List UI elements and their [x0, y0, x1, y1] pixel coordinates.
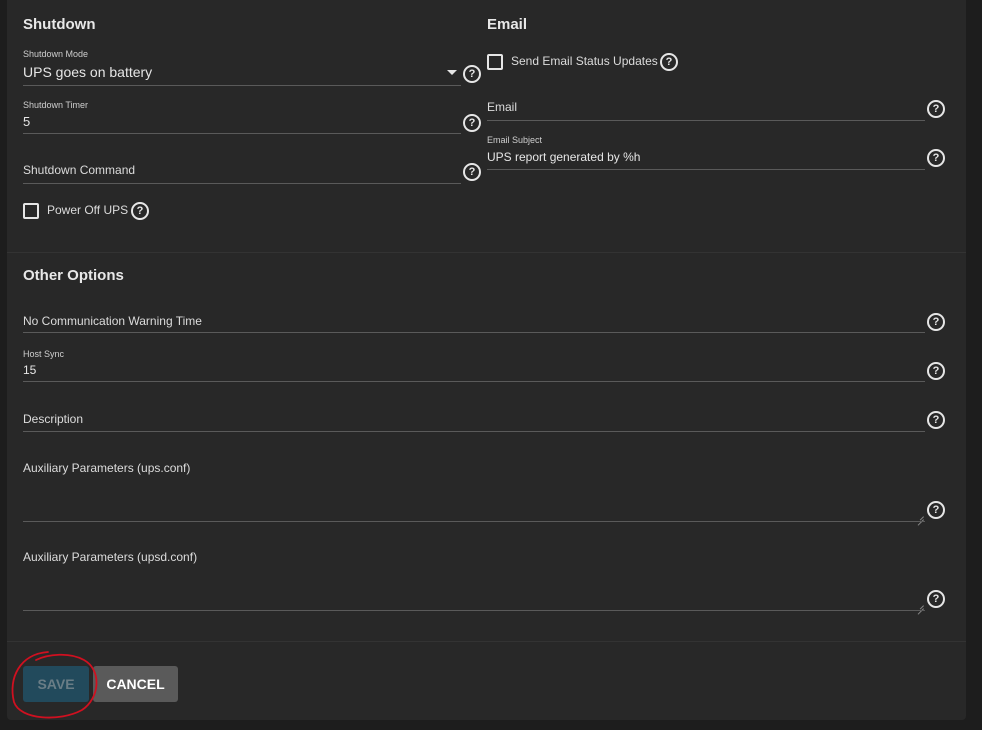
aux-params-ups-textarea[interactable]: Auxiliary Parameters (ups.conf) [23, 461, 925, 521]
shutdown-mode-underline [23, 85, 461, 86]
email-subject-underline [487, 169, 925, 170]
help-icon[interactable]: ? [927, 362, 945, 380]
no-communication-underline [23, 332, 925, 333]
resize-handle-icon[interactable] [916, 512, 924, 520]
other-options-title: Other Options [23, 267, 124, 284]
shutdown-timer-label: Shutdown Timer [23, 100, 89, 110]
ups-settings-card: Shutdown Shutdown Mode UPS goes on batte… [7, 0, 966, 720]
email-section-title: Email [487, 16, 528, 33]
aux-ups-underline [23, 521, 925, 522]
help-icon[interactable]: ? [927, 100, 945, 118]
section-divider [7, 252, 966, 253]
chevron-down-icon[interactable] [447, 70, 457, 75]
email-input[interactable]: Email [487, 100, 925, 118]
aux-upsd-underline [23, 610, 925, 611]
resize-handle-icon[interactable] [916, 601, 924, 609]
aux-params-upsd-placeholder: Auxiliary Parameters (upsd.conf) [23, 550, 198, 564]
help-icon[interactable]: ? [463, 114, 481, 132]
shutdown-command-underline [23, 183, 461, 184]
shutdown-mode-value: UPS goes on battery [23, 64, 153, 80]
power-off-ups-label: Power Off UPS [47, 203, 129, 217]
host-sync-label: Host Sync [23, 349, 65, 359]
help-icon[interactable]: ? [927, 411, 945, 429]
aux-params-upsd-textarea[interactable]: Auxiliary Parameters (upsd.conf) [23, 550, 925, 610]
help-icon[interactable]: ? [660, 53, 678, 71]
help-icon[interactable]: ? [131, 202, 149, 220]
email-underline [487, 120, 925, 121]
shutdown-timer-underline [23, 133, 461, 134]
shutdown-command-input[interactable]: Shutdown Command [23, 163, 461, 181]
power-off-ups-checkbox[interactable] [23, 203, 39, 219]
email-subject-label: Email Subject [487, 135, 543, 145]
shutdown-section-title: Shutdown [23, 16, 96, 33]
annotation-circle [11, 651, 98, 719]
email-subject-input[interactable]: UPS report generated by %h [487, 150, 925, 168]
help-icon[interactable]: ? [463, 65, 481, 83]
host-sync-underline [23, 381, 925, 382]
shutdown-mode-select[interactable]: UPS goes on battery [23, 60, 461, 86]
no-communication-warning-input[interactable]: No Communication Warning Time [23, 314, 925, 332]
description-underline [23, 431, 925, 432]
help-icon[interactable]: ? [927, 149, 945, 167]
shutdown-timer-input[interactable]: 5 [23, 114, 461, 132]
help-icon[interactable]: ? [927, 501, 945, 519]
aux-params-ups-placeholder: Auxiliary Parameters (ups.conf) [23, 461, 191, 475]
send-email-updates-checkbox[interactable] [487, 54, 503, 70]
description-input[interactable]: Description [23, 412, 925, 430]
help-icon[interactable]: ? [927, 590, 945, 608]
send-email-updates-label: Send Email Status Updates [511, 54, 658, 68]
shutdown-mode-label: Shutdown Mode [23, 49, 89, 59]
help-icon[interactable]: ? [463, 163, 481, 181]
actions-divider [7, 641, 966, 642]
host-sync-input[interactable]: 15 [23, 363, 925, 381]
help-icon[interactable]: ? [927, 313, 945, 331]
